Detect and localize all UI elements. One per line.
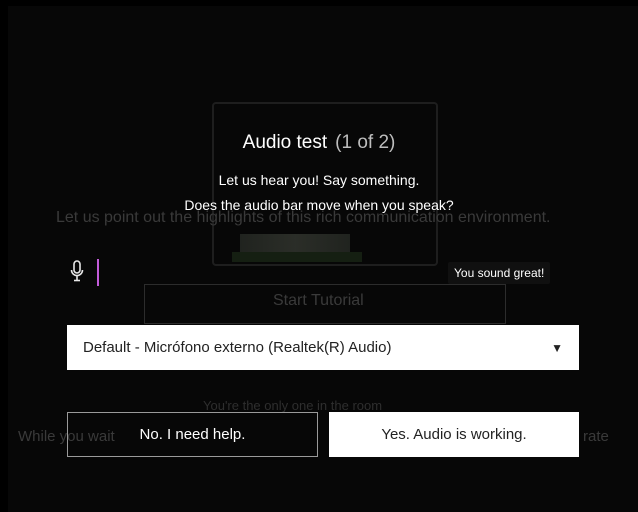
microphone-select-value: Default - Micrófono externo (Realtek(R) … (83, 339, 392, 356)
background-illustration-base (232, 252, 362, 262)
audio-status-badge: You sound great! (448, 262, 551, 284)
yes-audio-working-button[interactable]: Yes. Audio is working. (329, 412, 579, 457)
microphone-select[interactable]: Default - Micrófono externo (Realtek(R) … (67, 325, 579, 370)
modal-title: Audio test (1 of 2) (0, 132, 638, 154)
modal-title-text: Audio test (242, 132, 328, 153)
caret-down-icon: ▼ (551, 340, 563, 355)
background-start-tutorial-label: Start Tutorial (273, 292, 364, 309)
no-need-help-button[interactable]: No. I need help. (67, 412, 318, 457)
background-illustration (240, 234, 350, 252)
instruction-audio-bar: Does the audio bar move when you speak? (184, 197, 454, 213)
audio-test-overlay: Let us point out the highlights of this … (0, 0, 638, 512)
modal-step: (1 of 2) (335, 132, 396, 153)
background-alone-text: You're the only one in the room (203, 398, 383, 413)
background-rate-text: rate (583, 428, 609, 445)
microphone-icon (69, 260, 85, 282)
instruction-say-something: Let us hear you! Say something. (218, 172, 420, 188)
audio-level-bar (97, 259, 99, 286)
